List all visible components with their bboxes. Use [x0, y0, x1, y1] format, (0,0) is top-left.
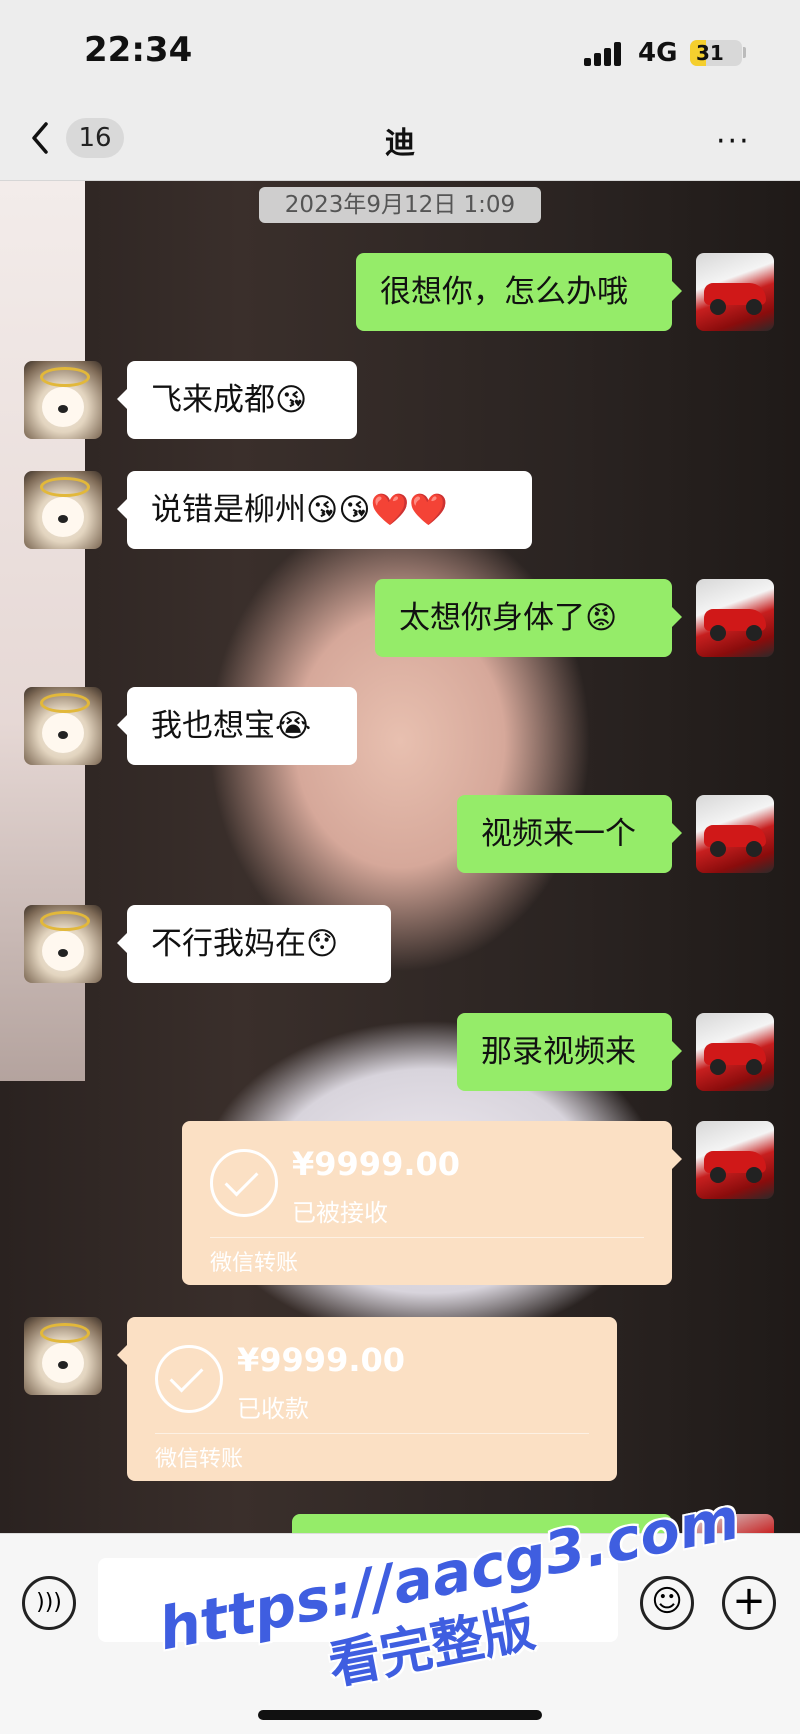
- transfer-label: 微信转账: [155, 1447, 244, 1472]
- battery-percent: 31: [696, 41, 724, 65]
- transfer-divider: [210, 1237, 644, 1238]
- contact-avatar[interactable]: [24, 905, 102, 983]
- emoji-icon[interactable]: ☺: [640, 1576, 694, 1630]
- transfer-card-incoming[interactable]: ¥9999.00 已收款 微信转账: [117, 1317, 617, 1481]
- transfer-divider: [155, 1433, 589, 1434]
- voice-icon[interactable]: ))): [22, 1576, 76, 1630]
- chat-header: 16 迪 ···: [0, 100, 800, 181]
- my-avatar[interactable]: [696, 1121, 774, 1199]
- transfer-check-icon: [210, 1149, 278, 1217]
- message-bubble-outgoing-partial[interactable]: [292, 1514, 672, 1533]
- message-bubble-outgoing[interactable]: 太想你身体了😡: [375, 579, 682, 657]
- my-avatar[interactable]: [696, 1013, 774, 1091]
- message-bubble-incoming[interactable]: 说错是柳州😘😘❤️❤️: [117, 471, 532, 549]
- battery-icon: 31: [690, 40, 742, 66]
- message-input[interactable]: [98, 1558, 618, 1642]
- transfer-amount: ¥9999.00: [237, 1341, 406, 1379]
- transfer-label: 微信转账: [210, 1251, 299, 1276]
- battery-tip: [743, 47, 746, 58]
- contact-avatar[interactable]: [24, 471, 102, 549]
- message-bubble-outgoing[interactable]: 很想你，怎么办哦: [356, 253, 682, 331]
- signal-icon: [584, 42, 626, 66]
- transfer-status: 已被接收: [292, 1199, 388, 1227]
- chat-title: 迪: [385, 126, 415, 161]
- my-avatar[interactable]: [696, 253, 774, 331]
- transfer-card-outgoing[interactable]: ¥9999.00 已被接收 微信转账: [182, 1121, 682, 1285]
- chat-area[interactable]: 2023年9月12日 1:09 很想你，怎么办哦 飞来成都😘 说错是柳州😘😘❤️…: [0, 181, 800, 1533]
- message-bubble-outgoing[interactable]: 那录视频来: [457, 1013, 682, 1091]
- message-bubble-outgoing[interactable]: 视频来一个: [457, 795, 682, 873]
- message-timestamp: 2023年9月12日 1:09: [259, 187, 541, 223]
- contact-avatar[interactable]: [24, 1317, 102, 1395]
- message-bubble-incoming[interactable]: 飞来成都😘: [117, 361, 357, 439]
- message-bubble-incoming[interactable]: 不行我妈在😯: [117, 905, 391, 983]
- status-bar: 22:34 4G 31: [0, 0, 800, 100]
- my-avatar[interactable]: [696, 795, 774, 873]
- network-type: 4G: [638, 38, 678, 68]
- transfer-status: 已收款: [237, 1395, 309, 1423]
- message-bubble-incoming[interactable]: 我也想宝😭: [117, 687, 357, 765]
- transfer-amount: ¥9999.00: [292, 1145, 461, 1183]
- contact-avatar[interactable]: [24, 687, 102, 765]
- input-bar: ))) ☺ +: [0, 1533, 800, 1734]
- my-avatar-partial[interactable]: [696, 1514, 774, 1533]
- contact-avatar[interactable]: [24, 361, 102, 439]
- home-indicator[interactable]: [258, 1710, 542, 1720]
- more-dots-icon[interactable]: ···: [716, 124, 760, 159]
- plus-icon[interactable]: +: [722, 1576, 776, 1630]
- my-avatar[interactable]: [696, 579, 774, 657]
- transfer-check-icon: [155, 1345, 223, 1413]
- status-time: 22:34: [84, 30, 193, 70]
